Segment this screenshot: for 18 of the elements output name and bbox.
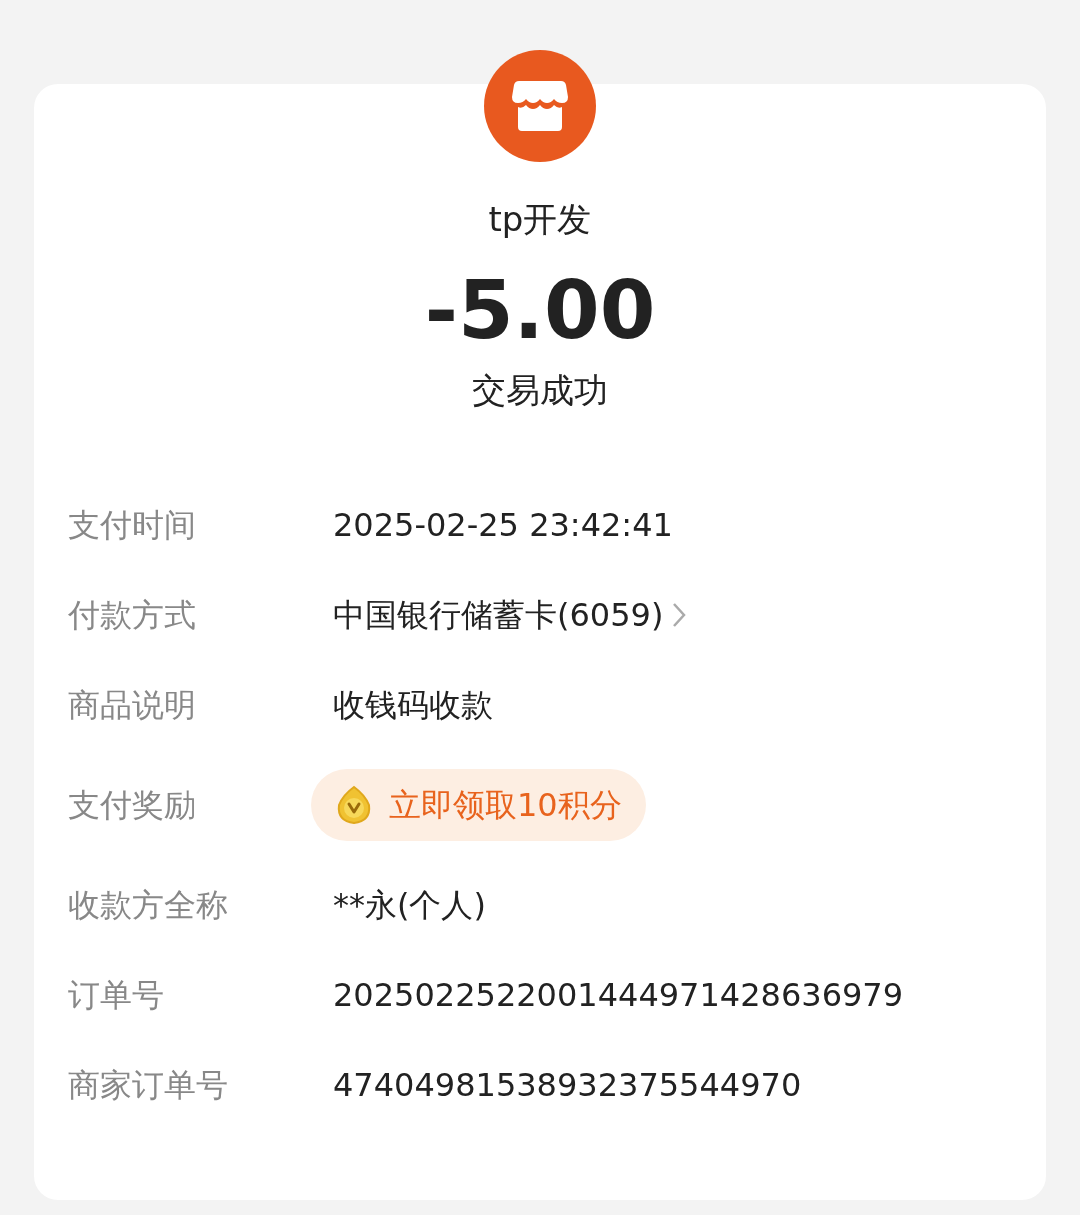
detail-label: 订单号 [68, 975, 165, 1016]
status-text: 交易成功 [472, 369, 608, 412]
detail-label: 商家订单号 [68, 1065, 229, 1106]
detail-label: 支付时间 [68, 505, 197, 546]
merchant-name: tp开发 [488, 198, 592, 241]
chevron-right-icon [671, 601, 688, 629]
detail-value: **永(个人) [333, 885, 486, 926]
detail-value: 2025022522001444971428636979 [333, 975, 904, 1016]
detail-value: 47404981538932375544970 [333, 1065, 802, 1106]
detail-label: 收款方全称 [68, 885, 229, 926]
amount: -5.00 [424, 263, 656, 359]
detail-label: 付款方式 [68, 595, 197, 636]
coin-icon [335, 785, 373, 825]
payment-method-link[interactable]: 中国银行储蓄卡(6059) [333, 591, 664, 639]
detail-value: 2025-02-25 23:42:41 [333, 505, 673, 546]
detail-label: 支付奖励 [68, 785, 197, 826]
detail-value: 收钱码收款 [333, 685, 493, 726]
detail-label: 商品说明 [68, 685, 197, 726]
